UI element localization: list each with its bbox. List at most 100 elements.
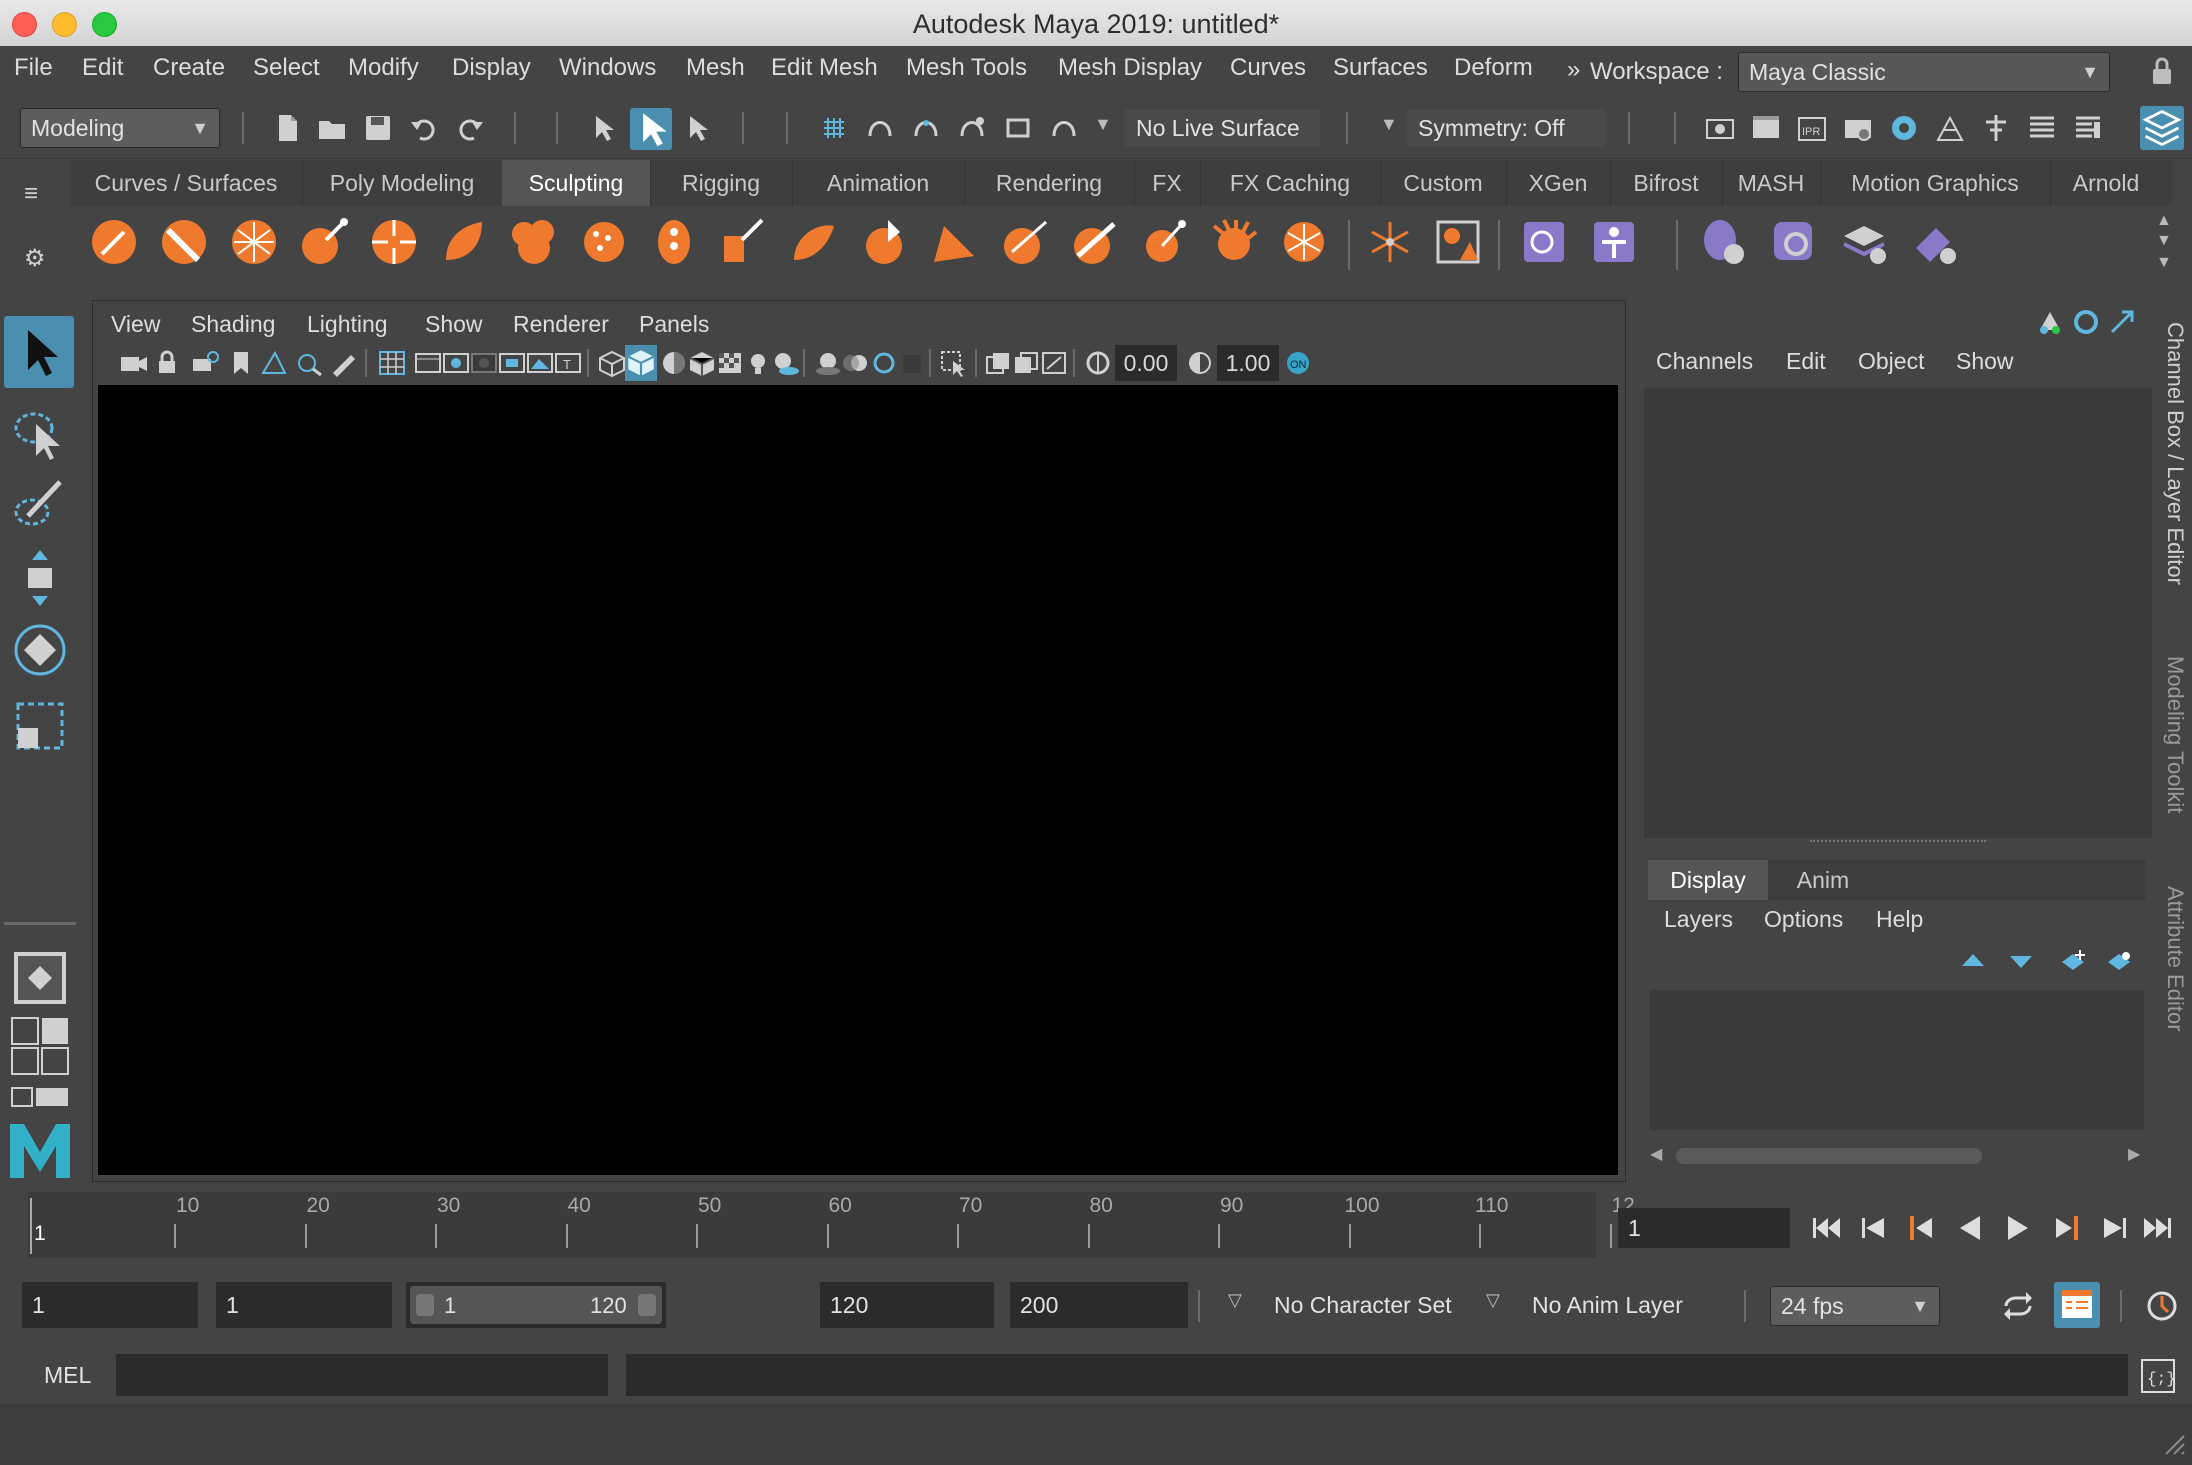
menu-deform[interactable]: Deform: [1454, 54, 1533, 82]
safe-title-icon[interactable]: T: [553, 349, 583, 377]
wax-tool-icon[interactable]: [788, 216, 840, 268]
fill-tool-icon[interactable]: [928, 216, 980, 268]
undo-icon[interactable]: [408, 112, 440, 144]
auto-key-button[interactable]: [2054, 1282, 2100, 1328]
layer-menu-options[interactable]: Options: [1764, 906, 1843, 933]
animation-end-field[interactable]: 200: [1010, 1282, 1188, 1328]
gate-mask-icon[interactable]: [469, 349, 499, 377]
channel-box-expand-icon[interactable]: [2108, 308, 2136, 336]
anti-aliasing-icon[interactable]: [869, 349, 899, 377]
channel-menu-show[interactable]: Show: [1956, 348, 2014, 375]
panel-menu-show[interactable]: Show: [425, 311, 483, 338]
open-scene-icon[interactable]: [316, 112, 348, 144]
play-forwards-icon[interactable]: [2000, 1210, 2036, 1246]
channel-box-tools-icon[interactable]: [2036, 308, 2064, 336]
chevron-down-icon[interactable]: ▼: [2156, 232, 2172, 250]
layer-tab-display[interactable]: Display: [1648, 860, 1768, 900]
chevron-up-icon[interactable]: ▲: [2156, 212, 2172, 230]
outliner-layout-icon[interactable]: [8, 1082, 72, 1108]
depth-of-field-icon[interactable]: [897, 349, 927, 377]
create-blend-shape-icon[interactable]: [1518, 216, 1570, 268]
lock-camera-icon[interactable]: [155, 349, 185, 377]
chevron-left-icon[interactable]: ◀: [1650, 1144, 1662, 1164]
command-input[interactable]: [116, 1354, 608, 1396]
snap-to-view-plane-icon[interactable]: [1002, 112, 1034, 144]
shelf-tab-bifrost[interactable]: Bifrost: [1610, 160, 1723, 206]
symmetry-field[interactable]: Symmetry: Off: [1406, 109, 1606, 147]
smear-tool-icon[interactable]: [1068, 216, 1120, 268]
color-management-icon[interactable]: ON: [1283, 349, 1313, 377]
xray-joints-icon[interactable]: [1039, 349, 1069, 377]
shadows-icon[interactable]: [771, 349, 801, 377]
smooth-tool-icon[interactable]: [158, 216, 210, 268]
shape-editor-icon[interactable]: [1588, 216, 1640, 268]
render-current-frame-icon[interactable]: [1750, 112, 1782, 144]
exposure-icon[interactable]: [1083, 349, 1113, 377]
xray-icon[interactable]: [983, 349, 1013, 377]
unfreeze-tool-icon[interactable]: [1364, 216, 1416, 268]
grease-pencil-icon[interactable]: [329, 349, 359, 377]
imprint-tool-icon[interactable]: [718, 216, 770, 268]
menuset-dropdown[interactable]: Modeling ▼: [20, 108, 220, 148]
step-forward-frame-icon[interactable]: [2096, 1210, 2132, 1246]
chevron-down-icon[interactable]: ▼: [1380, 114, 1398, 135]
camera-attributes-icon[interactable]: [191, 349, 221, 377]
lasso-tool-icon[interactable]: [8, 400, 72, 464]
menu-mesh[interactable]: Mesh: [686, 54, 745, 82]
select-tool-button[interactable]: [4, 316, 74, 388]
play-backwards-icon[interactable]: [1952, 1210, 1988, 1246]
shelf-menu-icon[interactable]: ≡: [24, 180, 38, 208]
channel-box-toggle-button[interactable]: [2140, 106, 2184, 150]
panel-splitter-handle[interactable]: [1810, 840, 1986, 846]
menu-select[interactable]: Select: [253, 54, 320, 82]
character-set-label[interactable]: No Character Set: [1274, 1292, 1452, 1319]
channel-list[interactable]: [1644, 388, 2152, 838]
channel-box-sync-icon[interactable]: [2072, 308, 2100, 336]
eraser-tool-icon[interactable]: [1908, 216, 1960, 268]
layer-stack-icon[interactable]: [1838, 216, 1890, 268]
layer-menu-layers[interactable]: Layers: [1664, 906, 1733, 933]
script-editor-icon[interactable]: {;}: [2138, 1356, 2178, 1396]
foamy-tool-icon[interactable]: [508, 216, 560, 268]
shelf-tab-poly-modeling[interactable]: Poly Modeling: [302, 160, 503, 206]
amplify-tool-icon[interactable]: [1208, 216, 1260, 268]
snap-to-curve-icon[interactable]: [864, 112, 896, 144]
step-forward-key-icon[interactable]: [2048, 1210, 2084, 1246]
time-slider-track[interactable]: 1 10 20 30 40 50 60 70 80 90 100 110 12: [28, 1192, 1635, 1258]
bookmark-icon[interactable]: [229, 349, 253, 377]
animation-start-field[interactable]: 1: [22, 1282, 198, 1328]
menu-create[interactable]: Create: [153, 54, 225, 82]
shelf-tab-fx[interactable]: FX: [1134, 160, 1201, 206]
chevron-right-icon[interactable]: ▶: [2128, 1144, 2140, 1164]
shelf-tab-custom[interactable]: Custom: [1380, 160, 1507, 206]
menu-edit[interactable]: Edit: [82, 54, 123, 82]
shelf-tab-motion-graphics[interactable]: Motion Graphics: [1820, 160, 2051, 206]
shelf-tab-mash[interactable]: MASH: [1722, 160, 1821, 206]
chevron-down-icon[interactable]: ▽: [1486, 1290, 1500, 1311]
go-to-start-icon[interactable]: [1808, 1210, 1844, 1246]
gamma-icon[interactable]: [1185, 349, 1215, 377]
move-layer-down-icon[interactable]: [2006, 948, 2036, 974]
textured-icon[interactable]: [715, 349, 745, 377]
repeat-tool-icon[interactable]: [648, 216, 700, 268]
panel-menu-view[interactable]: View: [111, 311, 160, 338]
menu-display[interactable]: Display: [452, 54, 531, 82]
select-by-component-icon[interactable]: [682, 112, 714, 144]
animation-preferences-icon[interactable]: [2142, 1286, 2182, 1326]
tool-settings-icon[interactable]: [2072, 112, 2104, 144]
image-plane-icon[interactable]: [259, 349, 289, 377]
gamma-field[interactable]: 1.00: [1217, 345, 1279, 381]
panel-menu-renderer[interactable]: Renderer: [513, 311, 609, 338]
go-to-end-icon[interactable]: [2140, 1210, 2176, 1246]
menu-edit-mesh[interactable]: Edit Mesh: [771, 54, 878, 82]
flatten-tool-icon[interactable]: [438, 216, 490, 268]
layer-list[interactable]: [1650, 990, 2144, 1130]
menu-mesh-display[interactable]: Mesh Display: [1058, 54, 1202, 82]
snap-to-point-icon[interactable]: [910, 112, 942, 144]
panel-menu-lighting[interactable]: Lighting: [307, 311, 388, 338]
make-live-icon[interactable]: [1048, 112, 1080, 144]
resolution-gate-icon[interactable]: [441, 349, 471, 377]
viewport-canvas[interactable]: [98, 385, 1618, 1175]
rotate-tool-icon[interactable]: [8, 618, 72, 682]
new-layer-icon[interactable]: [2058, 948, 2088, 974]
